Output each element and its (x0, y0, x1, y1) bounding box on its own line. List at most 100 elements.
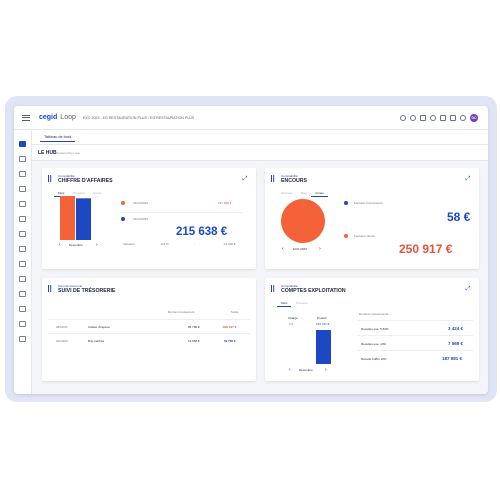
product-name: Loop (60, 114, 76, 121)
row-date: 31/12/2023 (133, 217, 149, 221)
euro-icon[interactable] (19, 231, 26, 237)
card-chiffre-affaires: Comptabilité CHIFFRE D'AFFAIRES ⤢ Mois T… (42, 168, 256, 269)
expand-icon[interactable]: ⤢ (465, 286, 471, 292)
pill-year[interactable]: Année (311, 189, 328, 197)
row-date: 30/10/23 (56, 339, 68, 343)
settings-icon[interactable] (420, 115, 426, 121)
month-label: Décembre (69, 243, 83, 247)
row-amount: 227 658 € (218, 201, 232, 205)
card-title: SUIVI DE TRÉSORERIE (58, 288, 116, 294)
pill-month[interactable]: Mois (277, 299, 292, 307)
pill-month[interactable]: Mois (297, 189, 311, 197)
cards-icon[interactable] (19, 201, 26, 207)
pill-quarter[interactable]: Trimestre (291, 299, 312, 307)
avatar[interactable]: DC (470, 114, 478, 122)
card-drag-handle[interactable] (48, 285, 50, 292)
charge-value: 0 € (289, 322, 294, 326)
variation-val: - (194, 242, 195, 246)
divider (357, 350, 473, 351)
row-label: Factures fournisseurs (354, 201, 383, 205)
gear-icon[interactable] (19, 336, 26, 342)
col-header-last: Derniers mouvements (359, 312, 389, 316)
prev-period-icon[interactable]: ‹ (282, 246, 284, 252)
expand-icon[interactable]: ⤢ (242, 176, 248, 182)
book-icon[interactable] (19, 156, 26, 162)
card-drag-handle[interactable] (271, 285, 273, 292)
row-last: 19 668 € (188, 339, 200, 343)
tab-dashboard[interactable]: Tableau de bord (40, 133, 76, 142)
col-header-balance: Solde (231, 310, 239, 314)
card-title: CHIFFRE D'AFFAIRES (58, 178, 113, 184)
row-date: 31/12/2022 (133, 201, 149, 205)
calculator-icon[interactable] (19, 171, 26, 177)
period-label: EXO 2023 (293, 247, 307, 251)
row-balance: -609 197 € (222, 325, 237, 329)
prev-month-icon[interactable]: ‹ (59, 242, 61, 248)
divider (357, 335, 473, 336)
variation-label: Variation (123, 242, 135, 246)
apps-grid-icon[interactable] (440, 115, 446, 121)
prev-month-icon[interactable]: ‹ (289, 367, 291, 373)
expand-icon[interactable]: ⤢ (465, 176, 471, 182)
page-title: LE HUB (38, 150, 57, 156)
suppliers-value: 58 € (447, 210, 471, 224)
card-exploitation: Comptabilité COMPTES EXPLOITATION ⤢ Mois… (265, 278, 479, 381)
row-value: 187 981 € (442, 356, 463, 361)
charge-label: Charge (288, 316, 298, 320)
bank-icon[interactable] (19, 261, 26, 267)
wallet-icon[interactable] (19, 186, 26, 192)
ca-bar-2022[interactable] (60, 196, 75, 240)
legend-dot-suppliers (344, 201, 348, 205)
star-icon[interactable] (460, 115, 466, 121)
help-icon[interactable] (410, 115, 416, 121)
divider (48, 333, 250, 334)
building-icon[interactable] (19, 246, 26, 252)
row-last: 86 780 € (188, 325, 200, 329)
card-drag-handle[interactable] (271, 175, 273, 182)
list-icon[interactable] (19, 306, 26, 312)
row-label: Bnp paribas (88, 339, 105, 343)
tenant-label[interactable]: EXO 2023 - EG RESTAURATION PLUS - EG RES… (83, 116, 194, 120)
card-title: ENCOURS (281, 178, 307, 184)
legend-dot-clients (344, 234, 348, 238)
divider (357, 320, 473, 321)
row-label: Caisse d'espèce (88, 325, 110, 329)
ca-bar-2023[interactable] (76, 198, 91, 240)
next-month-icon[interactable]: › (96, 242, 98, 248)
tab-strip: Tableau de bord (32, 130, 488, 145)
exploitation-bar-chart (316, 330, 331, 364)
row-label: Recette buffet 10% (361, 357, 387, 361)
next-period-icon[interactable]: › (319, 246, 321, 252)
card-drag-handle[interactable] (48, 175, 50, 182)
calendar-icon[interactable] (19, 216, 26, 222)
pill-week[interactable]: Semaine (277, 189, 297, 197)
sidebar (14, 130, 32, 394)
encours-pie-chart (281, 199, 326, 243)
month-label: Décembre (299, 368, 313, 372)
folder-icon[interactable] (19, 291, 26, 297)
hub-header: LE HUB powered by Loop (32, 145, 488, 161)
row-label: Recettes ese. 10% (361, 342, 387, 346)
card-tresorerie: Suivi de trésorerie SUIVI DE TRÉSORERIE … (42, 278, 256, 381)
period-pills: Semaine Mois Année (277, 189, 328, 197)
produit-label: Produit (317, 316, 327, 320)
page-subtitle: powered by Loop (57, 151, 81, 155)
exp-bar-produit[interactable] (316, 330, 331, 364)
brand-logo: cegid (39, 114, 58, 121)
row-balance: 69 785 € (224, 339, 236, 343)
percent-icon[interactable] (19, 276, 26, 282)
document-icon[interactable] (450, 115, 456, 121)
ca-bar-chart (60, 196, 91, 240)
produit-value: 215 701 € (316, 322, 330, 326)
period-pills: Mois Trimestre (277, 299, 312, 307)
link-icon[interactable] (19, 321, 26, 327)
row-value: 7 569 € (448, 341, 464, 346)
row-date: 28/11/23 (56, 325, 68, 329)
next-month-icon[interactable]: › (325, 367, 327, 373)
home-icon[interactable] (19, 141, 26, 147)
cloud-icon[interactable] (400, 115, 406, 121)
bell-icon[interactable] (430, 115, 436, 121)
clients-value: 250 917 € (399, 242, 453, 256)
menu-icon[interactable] (22, 114, 30, 121)
app-window: cegid Loop EXO 2023 - EG RESTAURATION PL… (14, 106, 488, 394)
